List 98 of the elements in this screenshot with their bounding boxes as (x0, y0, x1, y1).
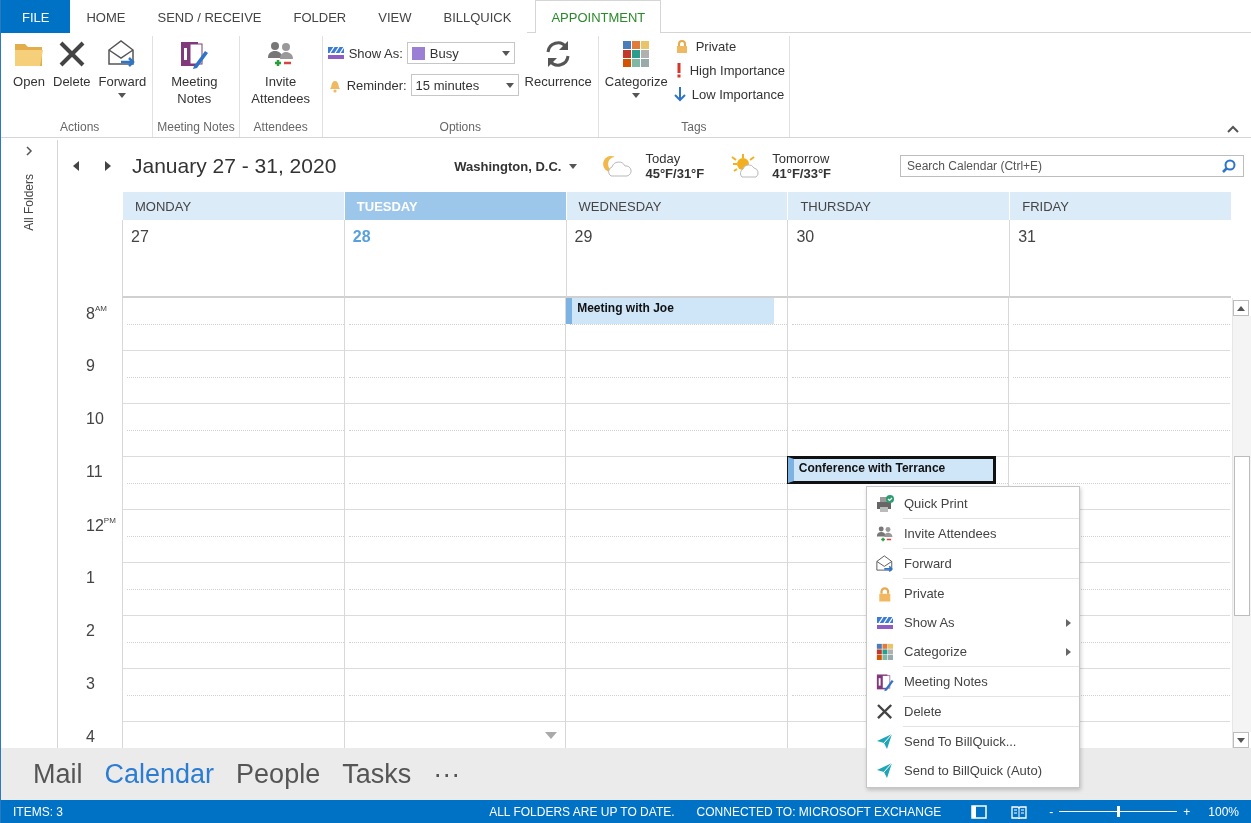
hour-label: 4 (85, 727, 96, 747)
stripes-icon (326, 44, 345, 62)
hour-label: 12$^{PM}$ (85, 515, 117, 536)
location-dropdown[interactable]: Washington, D.C. (454, 158, 578, 174)
day-date: 28 (343, 220, 566, 298)
menu-item[interactable]: Forward (867, 549, 1079, 578)
menu-item[interactable]: Categorize (867, 637, 1079, 666)
day-date: 27 (122, 220, 344, 298)
scroll-up-button[interactable] (1233, 300, 1249, 316)
scroll-down-button[interactable] (1233, 732, 1249, 748)
dropdown-field[interactable]: 15 minutes (410, 74, 519, 96)
menu-item[interactable]: Delete (867, 697, 1079, 726)
hour-label: 3 (85, 674, 96, 694)
forecast-day: Tomorrow (772, 151, 832, 166)
nav-item[interactable]: Mail (33, 758, 83, 790)
submenu-arrow-icon (1066, 618, 1071, 627)
dropdown-caret-icon (505, 82, 514, 88)
group-label: Tags (680, 120, 708, 136)
hour-label: 2 (85, 621, 96, 641)
hour-label: 8$^{AM}$ (85, 303, 108, 324)
up-arrow-icon (1237, 305, 1245, 311)
menu-item[interactable]: Invite Attendees (867, 519, 1079, 548)
ribbon-button[interactable]: Invite Attendees (243, 36, 318, 109)
dropdown-caret-icon (569, 163, 578, 169)
forecast-day: Today (645, 151, 705, 166)
connection-status: CONNECTED TO: MICROSOFT EXCHANGE (696, 804, 942, 819)
ribbon-button[interactable]: High Importance (673, 62, 786, 78)
search-field[interactable]: Search Calendar (Ctrl+E) (900, 155, 1244, 177)
reading-view-icon[interactable] (1011, 804, 1028, 819)
file-tab[interactable]: FILE (1, 0, 71, 33)
zoom-out-button[interactable]: - (1049, 804, 1054, 819)
nav-item[interactable]: People (236, 758, 321, 790)
scrollbar-thumb[interactable] (1234, 456, 1250, 616)
down-arrow-icon (1237, 737, 1245, 743)
calendar-event[interactable]: Conference with Terrance (787, 457, 996, 483)
hour-label: 1 (85, 568, 96, 588)
day-header: FRIDAY (1009, 192, 1231, 220)
sync-status: ALL FOLDERS ARE UP TO DATE. (489, 804, 675, 819)
envelope-arrow-icon (875, 553, 895, 574)
temperature: 45°F/31°F (645, 166, 705, 181)
ribbon-button[interactable]: Private (673, 38, 786, 54)
nav-item[interactable]: ··· (433, 758, 461, 790)
group-label: Meeting Notes (157, 120, 235, 136)
collapse-ribbon-icon[interactable] (1227, 125, 1239, 133)
next-icon[interactable] (104, 160, 112, 172)
dropdown-caret-icon (501, 50, 510, 56)
ribbon-button[interactable]: Categorize (602, 36, 670, 100)
zoom-level: 100% (1208, 804, 1239, 819)
menu-item[interactable]: Private (867, 579, 1079, 608)
submenu-arrow-icon (1066, 647, 1071, 656)
previous-icon[interactable] (72, 160, 80, 172)
menu-item[interactable]: Show As (867, 608, 1079, 637)
down-arrow-icon (673, 86, 686, 102)
hour-label: 9 (85, 356, 96, 376)
ribbon-button[interactable]: Low Importance (673, 86, 786, 102)
day-header: THURSDAY (787, 192, 1010, 220)
color-grid-icon (875, 641, 895, 662)
normal-view-icon[interactable] (971, 804, 988, 819)
item-count: ITEMS: 3 (13, 804, 63, 819)
printer-icon (875, 493, 895, 514)
time-slot[interactable]: Meeting with Joe (566, 298, 787, 351)
day-header: TUESDAY (343, 192, 566, 220)
day-date: 31 (1009, 220, 1231, 298)
dropdown-field[interactable]: Busy (406, 42, 515, 64)
day-header: MONDAY (122, 192, 344, 220)
more-below-icon[interactable] (545, 732, 558, 739)
zoom-thumb[interactable] (1117, 806, 1121, 817)
day-header: WEDNESDAY (565, 192, 788, 220)
field-label: Show As: (348, 45, 403, 61)
close-icon (875, 701, 895, 722)
caret-icon (118, 93, 127, 98)
expand-icon[interactable] (25, 146, 33, 156)
group-label: Actions (58, 120, 101, 136)
ribbon-button[interactable]: Recurrence (522, 36, 594, 92)
notebook-pen-icon (875, 671, 895, 692)
temperature: 41°F/33°F (772, 166, 832, 181)
all-folders-label[interactable]: All Folders (22, 174, 36, 231)
ribbon-button[interactable]: Meeting Notes (157, 36, 232, 109)
zoom-in-button[interactable]: + (1183, 804, 1191, 819)
ribbon-button[interactable]: Delete (51, 36, 93, 92)
day-date: 30 (787, 220, 1010, 298)
caret-icon (632, 93, 641, 98)
date-range-title: January 27 - 31, 2020 (132, 154, 337, 178)
ribbon-button[interactable]: Open (11, 36, 47, 92)
search-icon[interactable] (1222, 159, 1236, 173)
field-label: Reminder: (346, 77, 407, 93)
ribbon-button[interactable]: Forward (96, 36, 149, 100)
nav-item[interactable]: Calendar (104, 758, 215, 790)
menu-item[interactable]: Send To BillQuick... (867, 727, 1079, 756)
group-label: Attendees (252, 120, 309, 136)
calendar-event[interactable]: Meeting with Joe (566, 298, 774, 324)
group-label: Options (438, 120, 482, 136)
nav-item[interactable]: Tasks (342, 758, 412, 790)
menu-item[interactable]: Send to BillQuick (Auto) (867, 756, 1079, 785)
hour-label: 11 (85, 462, 104, 482)
ribbon-tab[interactable]: APPOINTMENT (535, 0, 662, 33)
menu-item[interactable]: Meeting Notes (867, 667, 1079, 696)
hour-label: 10 (85, 409, 105, 429)
